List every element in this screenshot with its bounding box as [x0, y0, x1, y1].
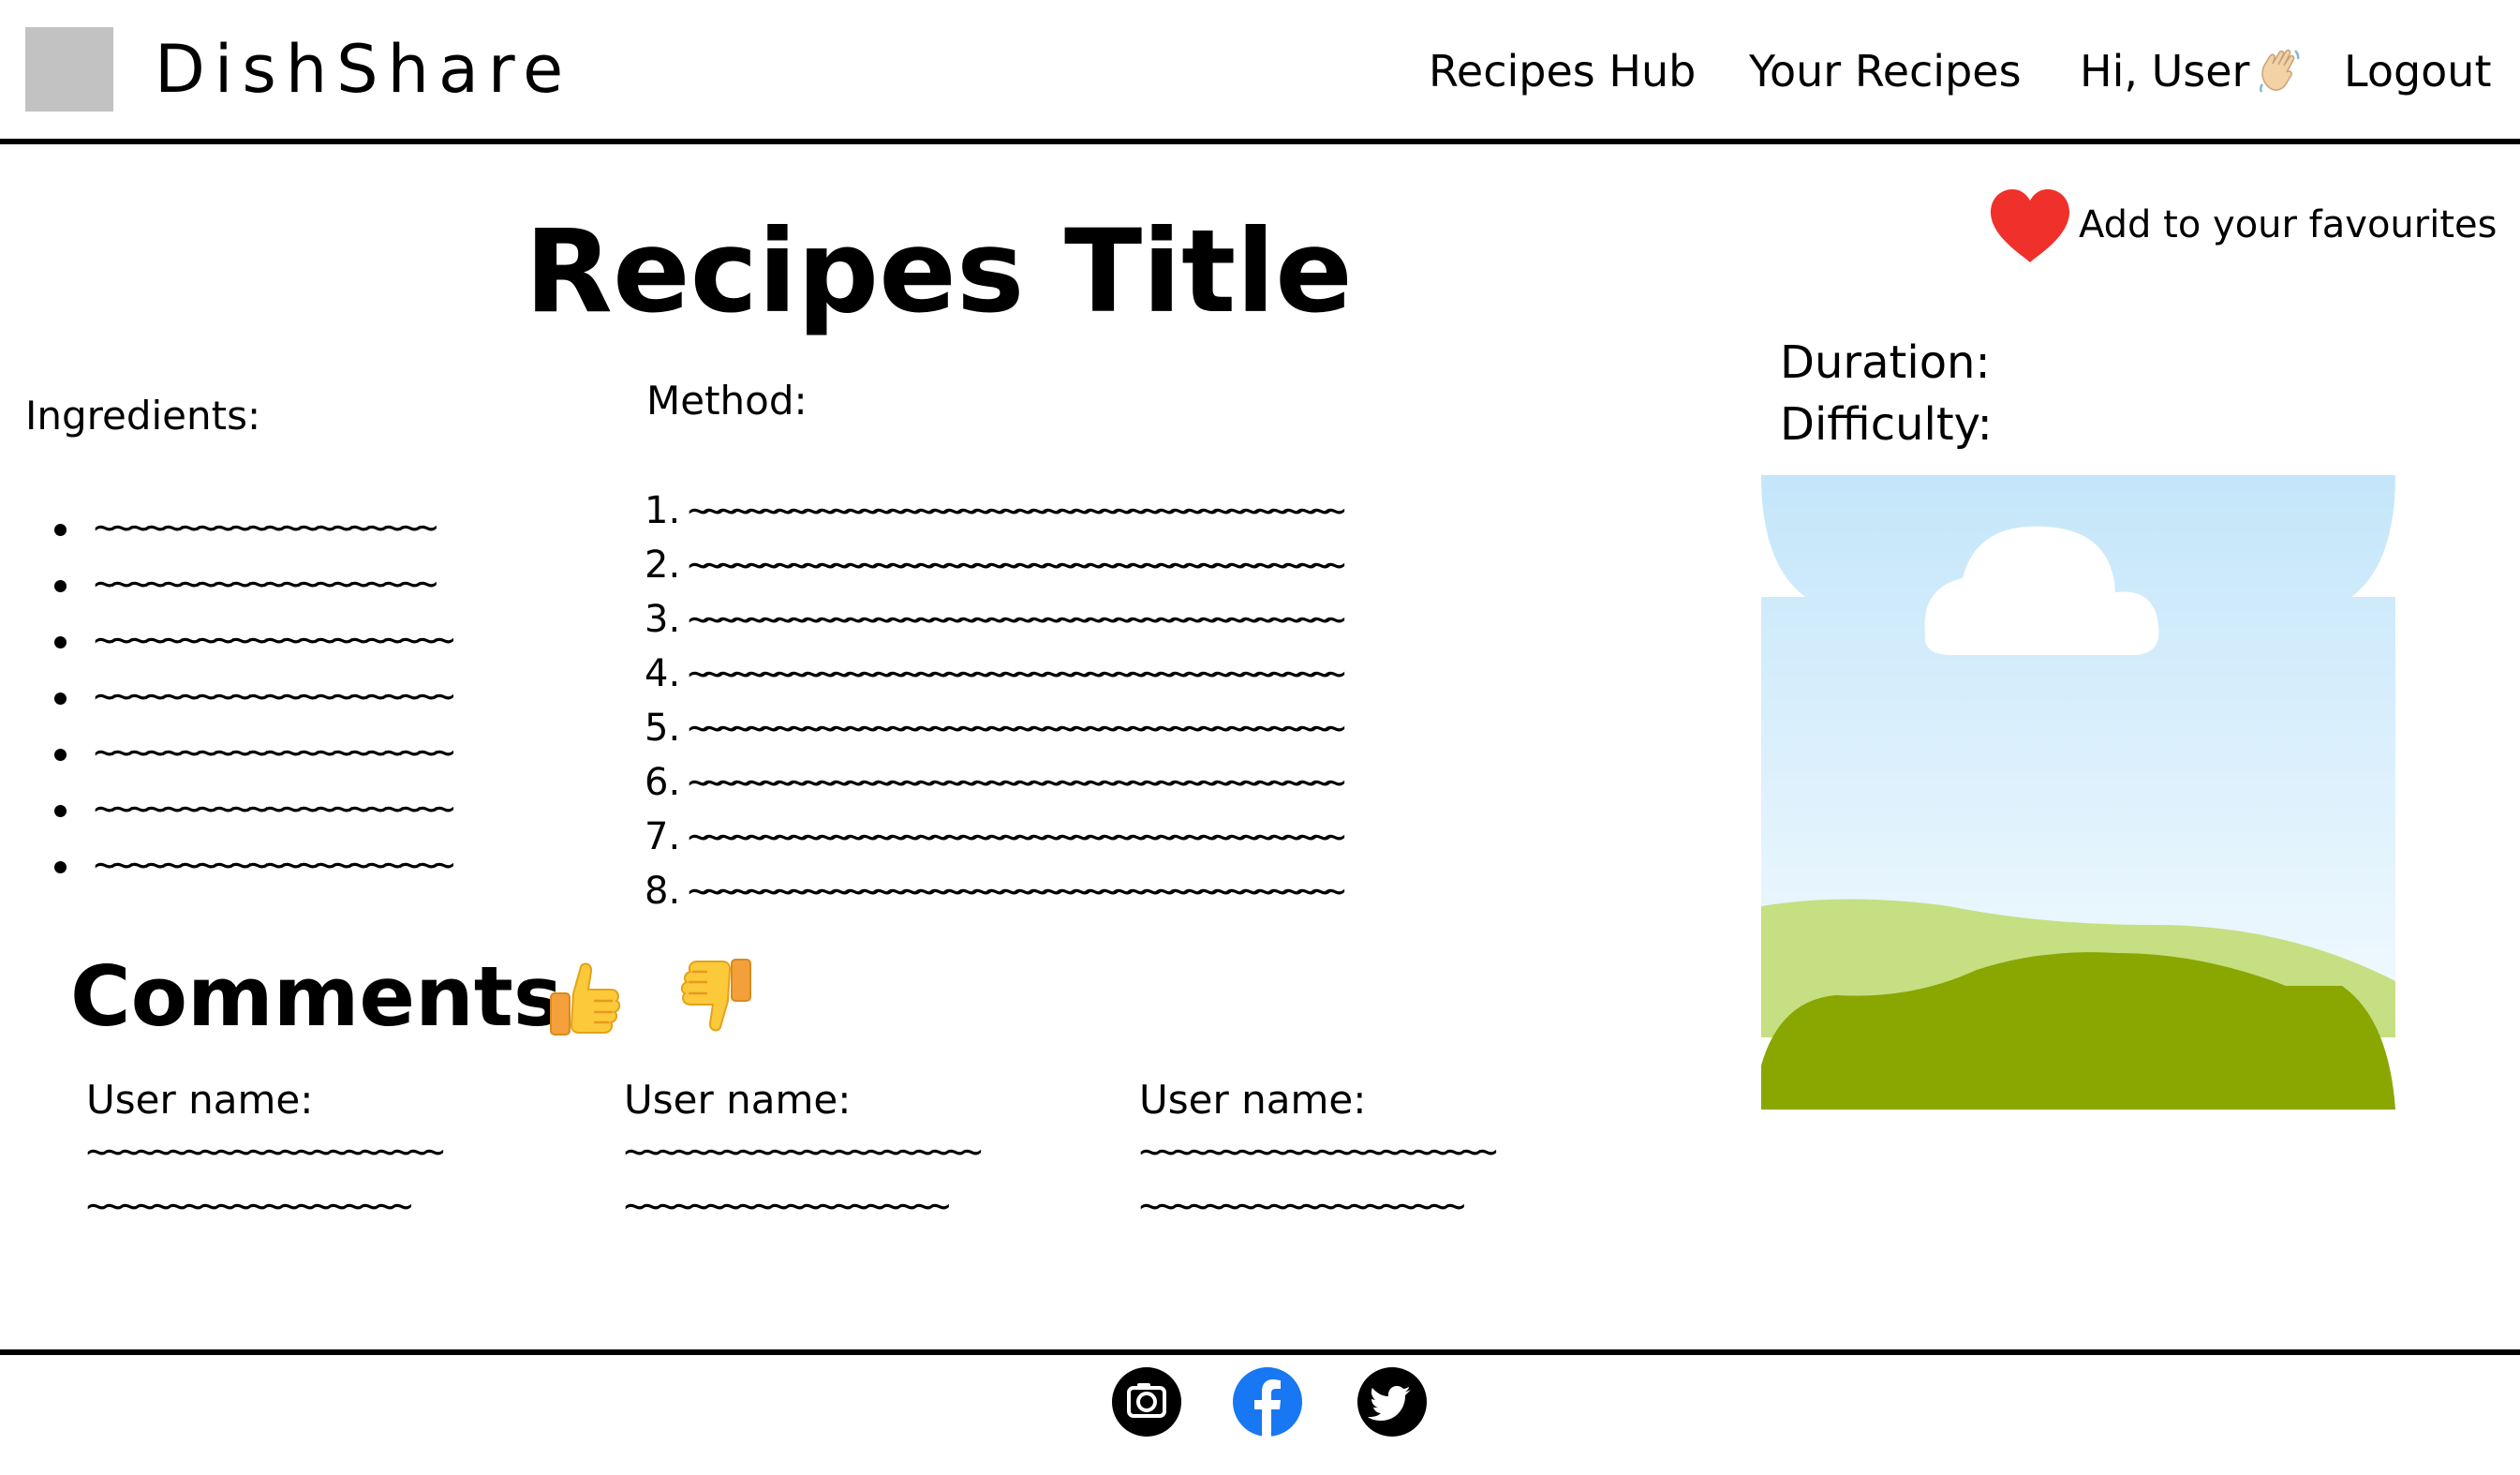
- method-step-text: ~~~~~~~~~~~~~~~~~~~~~~~~~~~~~~~~~~~~~~~~…: [688, 598, 1346, 641]
- comment-text-line: ~~~~~~~~~~~~~~~~~~~~: [1139, 1184, 1466, 1228]
- ingredient-item: ~~~~~~~~~~~~~~~~~~~~~: [0, 837, 455, 893]
- user-greeting[interactable]: Hi, User: [2080, 45, 2304, 97]
- method-step-number: 8.: [645, 870, 681, 913]
- comment-card: User name: ~~~~~~~~~~~~~~~~~~~~~~ ~~~~~~…: [1139, 1076, 1626, 1233]
- comment-card: User name: ~~~~~~~~~~~~~~~~~~~~~~ ~~~~~~…: [86, 1076, 573, 1233]
- comment-text-line: ~~~~~~~~~~~~~~~~~~~~: [86, 1184, 413, 1228]
- method-list: 1. ~~~~~~~~~~~~~~~~~~~~~~~~~~~~~~~~~~~~~~…: [645, 484, 1346, 918]
- comment-card: User name: ~~~~~~~~~~~~~~~~~~~~~~ ~~~~~~…: [624, 1076, 1111, 1233]
- ingredient-item: ~~~~~~~~~~~~~~~~~~~~~: [0, 612, 455, 668]
- recipe-image-placeholder: [1761, 475, 2395, 1110]
- instagram-icon[interactable]: [1111, 1366, 1182, 1438]
- waving-hand-icon: [2260, 49, 2300, 93]
- comment-text-line: ~~~~~~~~~~~~~~~~~~~~: [624, 1184, 951, 1228]
- method-step: 2. ~~~~~~~~~~~~~~~~~~~~~~~~~~~~~~~~~~~~~~…: [645, 538, 1346, 592]
- method-step-text: ~~~~~~~~~~~~~~~~~~~~~~~~~~~~~~~~~~~~~~~~…: [688, 652, 1346, 695]
- comment-text-line: ~~~~~~~~~~~~~~~~~~~~~~: [624, 1130, 983, 1173]
- method-step: 4. ~~~~~~~~~~~~~~~~~~~~~~~~~~~~~~~~~~~~~~…: [645, 647, 1346, 701]
- ingredients-list: ~~~~~~~~~~~~~~~~~~~~ ~~~~~~~~~~~~~~~~~~~…: [0, 499, 455, 893]
- comment-user-name: User name:: [624, 1077, 852, 1123]
- comments-heading: Comments: [70, 948, 563, 1045]
- method-step-text: ~~~~~~~~~~~~~~~~~~~~~~~~~~~~~~~~~~~~~~~~…: [688, 544, 1346, 587]
- logout-link[interactable]: Logout: [2344, 45, 2492, 97]
- duration-label: Duration:: [1780, 336, 1991, 389]
- ingredient-item: ~~~~~~~~~~~~~~~~~~~~: [0, 499, 450, 556]
- ingredient-item: ~~~~~~~~~~~~~~~~~~~~~: [0, 724, 455, 781]
- facebook-icon[interactable]: [1232, 1366, 1303, 1438]
- ingredient-item: ~~~~~~~~~~~~~~~~~~~~: [0, 556, 450, 612]
- difficulty-label: Difficulty:: [1780, 398, 1993, 451]
- comment-user-name: User name:: [1139, 1077, 1367, 1123]
- nav-recipes-hub[interactable]: Recipes Hub: [1429, 45, 1696, 97]
- heart-icon[interactable]: [1988, 187, 2072, 266]
- logo-placeholder[interactable]: [25, 27, 113, 112]
- method-step-text: ~~~~~~~~~~~~~~~~~~~~~~~~~~~~~~~~~~~~~~~~…: [688, 870, 1346, 913]
- thumbs-up-icon[interactable]: [545, 960, 624, 1038]
- method-step-text: ~~~~~~~~~~~~~~~~~~~~~~~~~~~~~~~~~~~~~~~~…: [688, 761, 1346, 804]
- method-step: 1. ~~~~~~~~~~~~~~~~~~~~~~~~~~~~~~~~~~~~~~…: [645, 484, 1346, 538]
- twitter-icon[interactable]: [1356, 1366, 1428, 1438]
- ingredient-item: ~~~~~~~~~~~~~~~~~~~~~: [0, 781, 455, 837]
- recipe-title: Recipes Title: [525, 205, 1353, 338]
- method-step-number: 5.: [645, 707, 681, 750]
- header-divider: [0, 139, 2520, 144]
- method-step-number: 2.: [645, 544, 681, 587]
- ingredients-heading: Ingredients:: [25, 393, 261, 439]
- ingredient-item: ~~~~~~~~~~~~~~~~~~~~~: [0, 668, 455, 724]
- method-step: 3. ~~~~~~~~~~~~~~~~~~~~~~~~~~~~~~~~~~~~~~…: [645, 592, 1346, 647]
- method-step-text: ~~~~~~~~~~~~~~~~~~~~~~~~~~~~~~~~~~~~~~~~…: [688, 707, 1346, 750]
- thumbs-down-icon[interactable]: [677, 956, 756, 1035]
- method-heading: Method:: [646, 378, 808, 424]
- comment-text-line: ~~~~~~~~~~~~~~~~~~~~~~: [86, 1130, 445, 1173]
- method-step-text: ~~~~~~~~~~~~~~~~~~~~~~~~~~~~~~~~~~~~~~~~…: [688, 815, 1346, 858]
- method-step: 8. ~~~~~~~~~~~~~~~~~~~~~~~~~~~~~~~~~~~~~~…: [645, 864, 1346, 918]
- method-step-number: 3.: [645, 598, 681, 641]
- user-greeting-label: Hi, User: [2080, 46, 2250, 97]
- method-step-number: 7.: [645, 815, 681, 858]
- comment-user-name: User name:: [86, 1077, 314, 1123]
- method-step-number: 4.: [645, 652, 681, 695]
- brand-name[interactable]: DishShare: [155, 32, 572, 107]
- add-to-favourites-link[interactable]: Add to your favourites: [2079, 201, 2497, 248]
- footer-divider: [0, 1349, 2520, 1355]
- comment-text-line: ~~~~~~~~~~~~~~~~~~~~~~: [1139, 1130, 1498, 1173]
- nav-your-recipes[interactable]: Your Recipes: [1749, 45, 2022, 97]
- method-step: 5. ~~~~~~~~~~~~~~~~~~~~~~~~~~~~~~~~~~~~~~…: [645, 701, 1346, 755]
- method-step: 7. ~~~~~~~~~~~~~~~~~~~~~~~~~~~~~~~~~~~~~~…: [645, 810, 1346, 864]
- method-step-number: 6.: [645, 761, 681, 804]
- method-step-text: ~~~~~~~~~~~~~~~~~~~~~~~~~~~~~~~~~~~~~~~~…: [688, 489, 1346, 532]
- method-step-number: 1.: [645, 489, 681, 532]
- method-step: 6. ~~~~~~~~~~~~~~~~~~~~~~~~~~~~~~~~~~~~~~…: [645, 755, 1346, 810]
